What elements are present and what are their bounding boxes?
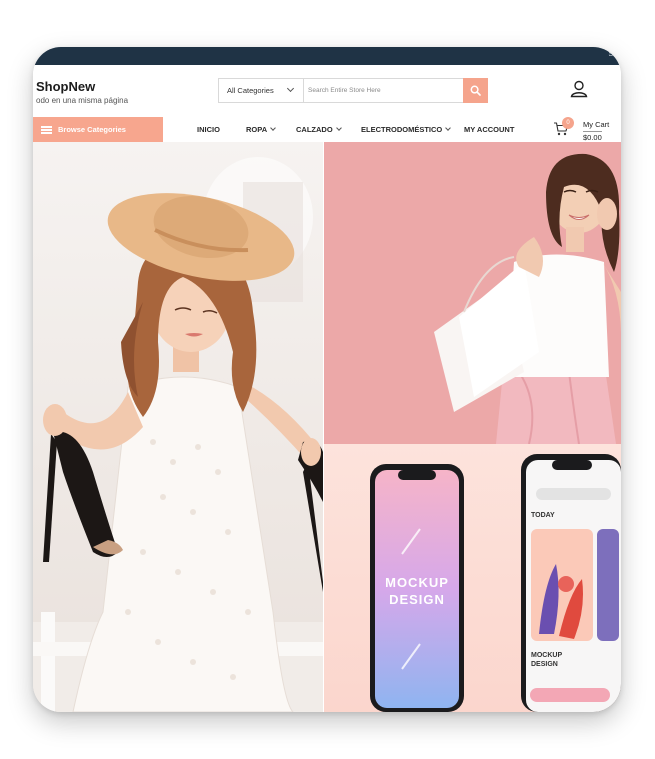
woman-with-heels-image [33,157,323,712]
chevron-down-icon [445,125,452,131]
mockup-design-text: MOCKUP DESIGN [370,574,464,608]
cart-total: $0.00 [583,131,602,142]
nav-item-inicio[interactable]: INICIO [197,125,220,134]
nav-item-calzado[interactable]: CALZADO [296,125,342,134]
site-logo[interactable]: ShopNew [36,79,95,94]
mockup-line-2: DESIGN [389,592,445,607]
nav-item-label: CALZADO [296,125,333,134]
top-bar-text: Sh [608,51,617,58]
category-select-label: All Categories [227,86,274,95]
browse-categories-label: Browse Categories [58,125,126,134]
woman-with-shopping-bags-image [324,142,621,444]
site-tagline: odo en una misma página [36,96,129,105]
app-card-line-1: MOCKUP [531,652,563,659]
nav-item-my-account[interactable]: MY ACCOUNT [464,125,514,134]
search-input[interactable] [304,79,463,102]
phone-mockups-image [370,454,621,712]
main-nav: Browse Categories INICIO ROPA CALZADO EL… [33,117,621,142]
app-card-line-2: DESIGN [531,661,558,668]
user-icon[interactable] [569,79,589,99]
site-header: ShopNew odo en una misma página All Cate… [33,65,621,117]
hero-banner: MOCKUP DESIGN TODAY MOCKUP DESIGN [33,142,621,712]
nav-item-label: ELECTRODOMÉSTICO [361,125,443,134]
chevron-down-icon [270,125,276,131]
nav-item-label: MY ACCOUNT [464,125,515,134]
hero-banner-electronics[interactable]: MOCKUP DESIGN TODAY MOCKUP DESIGN [324,444,621,712]
hero-banner-fashion[interactable] [33,142,323,712]
search-bar: All Categories [218,78,488,103]
menu-icon [41,126,52,134]
cart-count-badge: 0 [562,117,574,129]
nav-item-electrodomestico[interactable]: ELECTRODOMÉSTICO [361,125,452,134]
search-button[interactable] [463,78,488,103]
nav-item-label: ROPA [246,125,268,134]
category-select[interactable]: All Categories [219,79,304,102]
app-card-title: MOCKUP DESIGN [531,651,562,669]
chevron-down-icon [335,125,342,131]
top-bar: Sh [33,47,621,65]
chevron-down-icon [286,84,295,93]
browse-categories-button[interactable]: Browse Categories [33,117,163,142]
app-today-label: TODAY [531,512,555,519]
cart-label[interactable]: My Cart [583,120,609,129]
search-icon [470,85,481,96]
hero-banner-shopping[interactable] [324,142,621,444]
nav-item-ropa[interactable]: ROPA [246,125,276,134]
browser-frame: Sh ShopNew odo en una misma página All C… [33,47,621,712]
mockup-line-1: MOCKUP [385,575,449,590]
nav-item-label: INICIO [197,125,220,134]
